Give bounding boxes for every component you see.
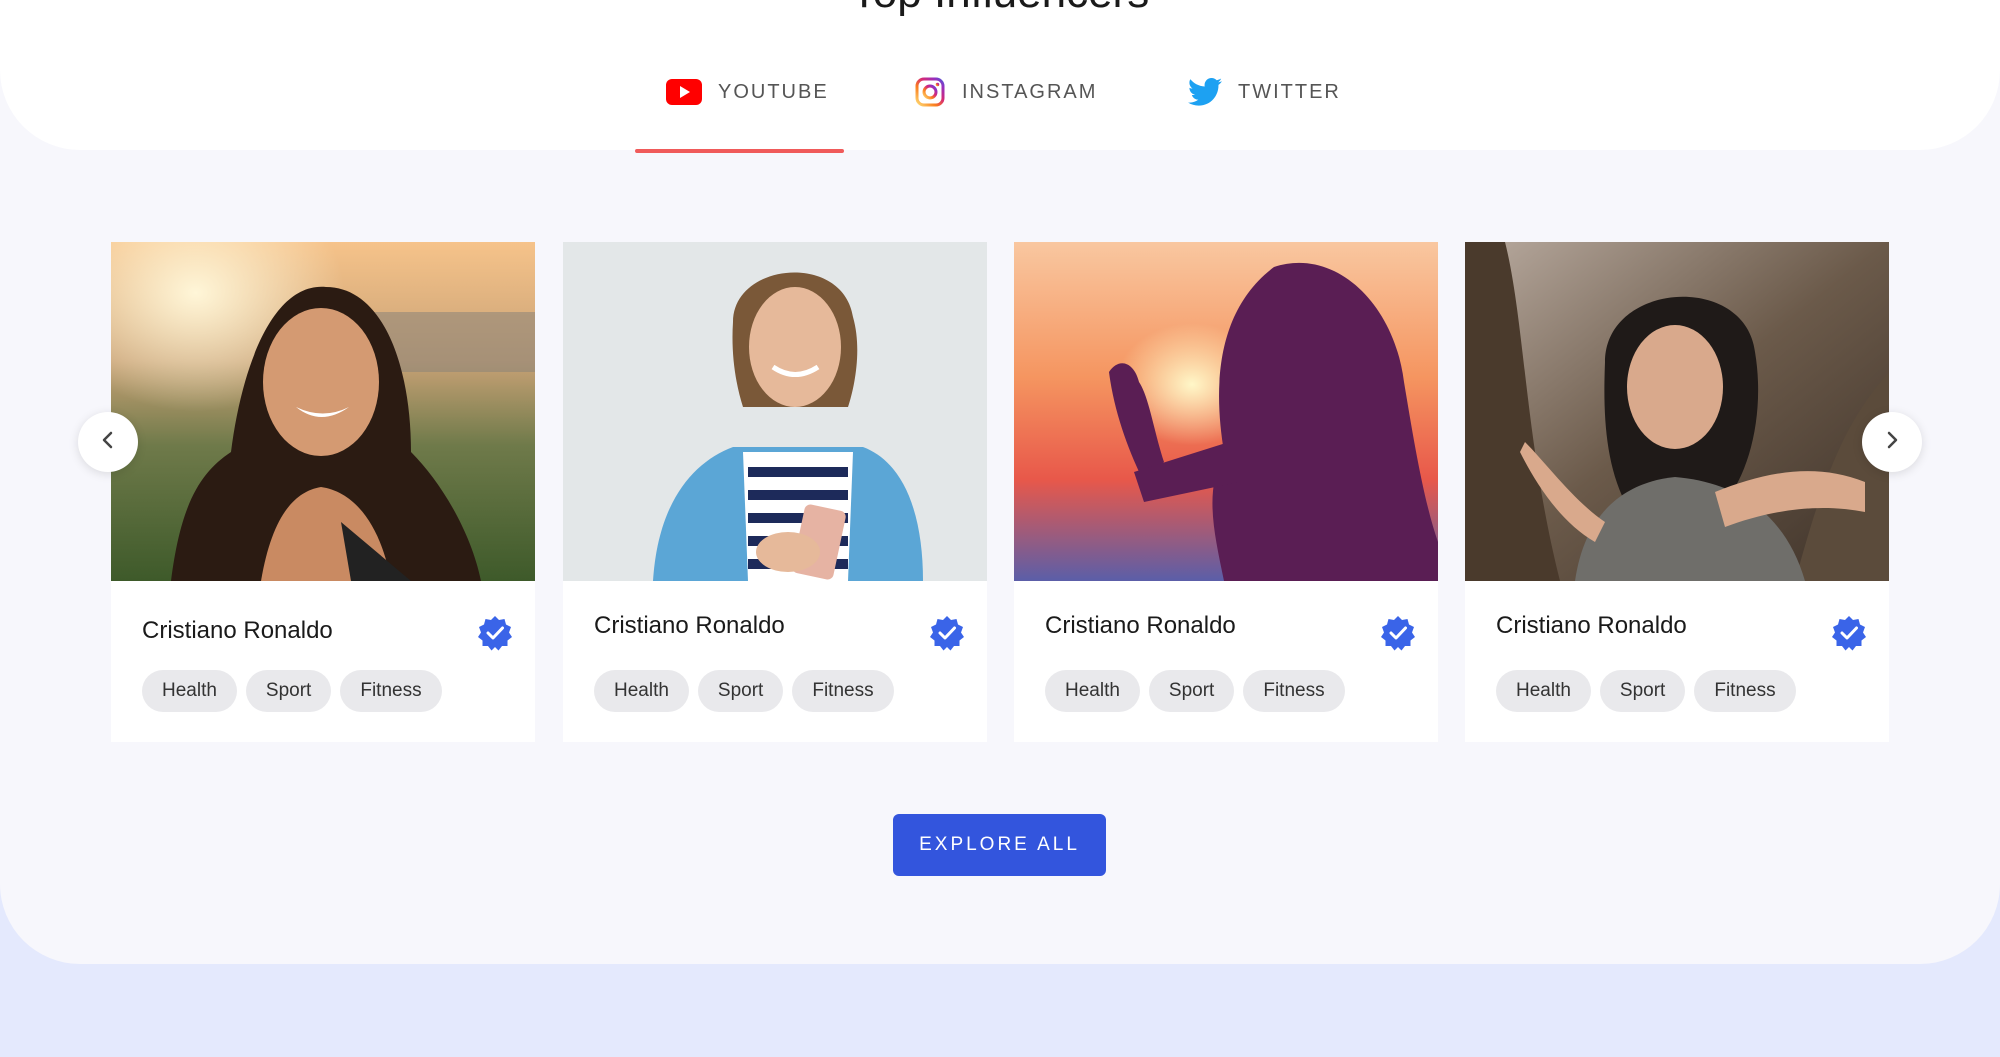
tag-list: Health Sport Fitness bbox=[594, 670, 894, 712]
tag-chip[interactable]: Sport bbox=[245, 670, 332, 712]
tag-chip[interactable]: Fitness bbox=[1694, 670, 1796, 712]
instagram-icon bbox=[914, 76, 946, 108]
verified-badge-icon bbox=[477, 615, 513, 651]
tag-chip[interactable]: Health bbox=[594, 670, 689, 712]
influencer-name[interactable]: Cristiano Ronaldo bbox=[1045, 612, 1236, 640]
tabs-panel: Top Influencers YOUTUBE bbox=[0, 0, 2000, 153]
tag-chip[interactable]: Health bbox=[142, 670, 237, 712]
youtube-icon bbox=[666, 79, 702, 105]
influencer-photo bbox=[1465, 242, 1889, 581]
tab-twitter[interactable]: TWITTER bbox=[1188, 72, 1341, 112]
tag-chip[interactable]: Health bbox=[1045, 670, 1140, 712]
chevron-left-icon bbox=[98, 430, 118, 455]
tag-chip[interactable]: Sport bbox=[1599, 670, 1686, 712]
explore-all-button[interactable]: EXPLORE ALL bbox=[893, 814, 1106, 876]
influencer-card[interactable]: Cristiano Ronaldo Health Sport Fitness bbox=[1014, 242, 1438, 742]
tag-chip[interactable]: Fitness bbox=[792, 670, 894, 712]
influencer-card[interactable]: Cristiano Ronaldo Health Sport Fitness bbox=[563, 242, 987, 742]
active-tab-indicator bbox=[635, 149, 844, 153]
tag-chip[interactable]: Sport bbox=[697, 670, 784, 712]
verified-badge-icon bbox=[1380, 615, 1416, 651]
influencer-card[interactable]: Cristiano Ronaldo Health Sport Fitness bbox=[111, 242, 535, 742]
tab-label: INSTAGRAM bbox=[962, 80, 1098, 103]
section-title: Top Influencers bbox=[0, 0, 2000, 18]
tag-list: Health Sport Fitness bbox=[1496, 670, 1796, 712]
top-influencers-section: Top Influencers YOUTUBE bbox=[0, 0, 2000, 964]
carousel-prev-button[interactable] bbox=[78, 412, 138, 472]
tag-list: Health Sport Fitness bbox=[1045, 670, 1345, 712]
chevron-right-icon bbox=[1882, 430, 1902, 455]
twitter-icon bbox=[1188, 77, 1222, 107]
tab-instagram[interactable]: INSTAGRAM bbox=[914, 72, 1097, 112]
carousel-next-button[interactable] bbox=[1862, 412, 1922, 472]
tag-list: Health Sport Fitness bbox=[142, 670, 442, 712]
influencer-name[interactable]: Cristiano Ronaldo bbox=[1496, 612, 1687, 640]
tag-chip[interactable]: Fitness bbox=[340, 670, 442, 712]
tag-chip[interactable]: Sport bbox=[1148, 670, 1235, 712]
influencer-name[interactable]: Cristiano Ronaldo bbox=[142, 617, 333, 645]
verified-badge-icon bbox=[929, 615, 965, 651]
influencer-card[interactable]: Cristiano Ronaldo Health Sport Fitness bbox=[1465, 242, 1889, 742]
tag-chip[interactable]: Fitness bbox=[1243, 670, 1345, 712]
tag-chip[interactable]: Health bbox=[1496, 670, 1591, 712]
influencer-photo bbox=[111, 242, 535, 581]
verified-badge-icon bbox=[1831, 615, 1867, 651]
influencer-name[interactable]: Cristiano Ronaldo bbox=[594, 612, 785, 640]
influencer-photo bbox=[563, 242, 987, 581]
tab-youtube[interactable]: YOUTUBE bbox=[666, 72, 829, 112]
influencer-photo bbox=[1014, 242, 1438, 581]
tab-label: TWITTER bbox=[1238, 80, 1341, 103]
tab-label: YOUTUBE bbox=[718, 80, 829, 103]
